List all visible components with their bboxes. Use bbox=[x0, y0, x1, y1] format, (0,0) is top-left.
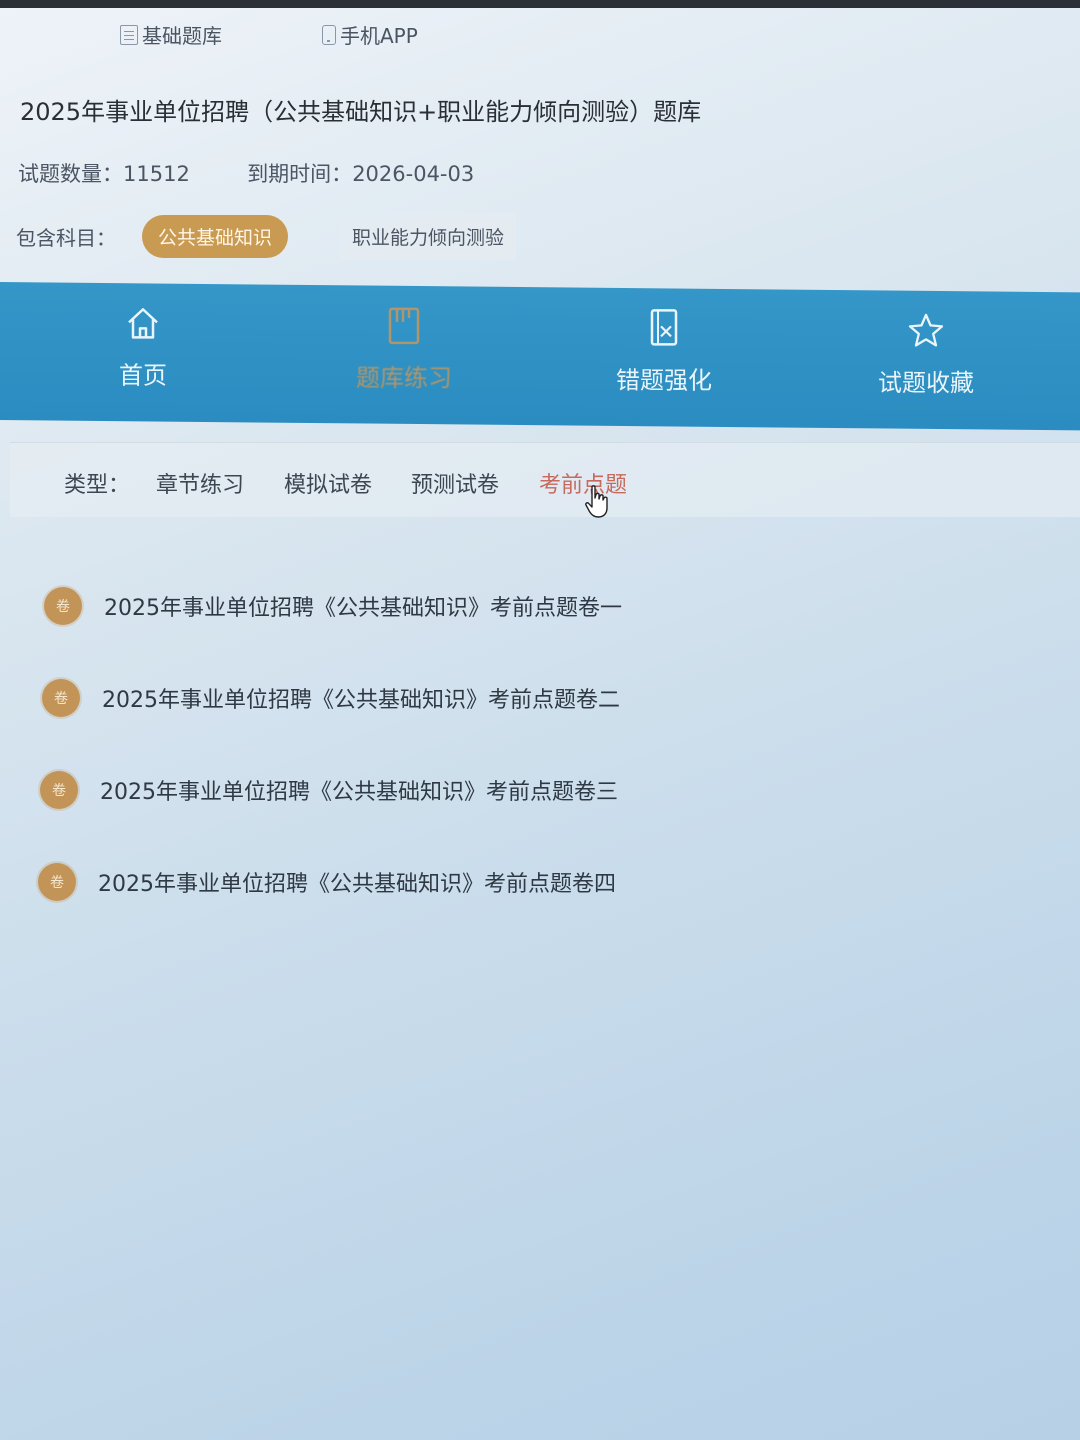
list-item[interactable]: 卷 2025年事业单位招聘《公共基础知识》考前点题卷三 bbox=[40, 768, 618, 812]
filter-pre-exam-tips[interactable]: 考前点题 bbox=[539, 467, 627, 499]
nav-label: 错题强化 bbox=[616, 366, 712, 395]
filter-predicted-exam[interactable]: 预测试卷 bbox=[411, 467, 499, 499]
book-icon bbox=[304, 304, 504, 348]
paper-title: 2025年事业单位招聘《公共基础知识》考前点题卷二 bbox=[102, 688, 620, 713]
question-count-label: 试题数量： bbox=[18, 162, 123, 186]
expiry-date: 2026-04-03 bbox=[352, 162, 475, 186]
error-sheet-icon bbox=[564, 306, 764, 350]
list-item[interactable]: 卷 2025年事业单位招聘《公共基础知识》考前点题卷四 bbox=[38, 860, 616, 904]
filter-mock-exam[interactable]: 模拟试卷 bbox=[284, 467, 372, 499]
nav-item-practice[interactable]: 题库练习 bbox=[304, 304, 504, 393]
paper-title: 2025年事业单位招聘《公共基础知识》考前点题卷四 bbox=[98, 872, 616, 897]
top-nav-mobile-app[interactable]: 手机APP bbox=[322, 20, 418, 49]
nav-label: 首页 bbox=[119, 361, 167, 390]
paper-badge: 卷 bbox=[44, 587, 82, 625]
window-top-edge bbox=[0, 0, 1080, 8]
star-icon bbox=[826, 309, 1026, 353]
hand-cursor-icon bbox=[585, 485, 608, 518]
main-nav: 首页 题库练习 错题强化 试题收藏 bbox=[0, 282, 1080, 431]
subjects-row: 包含科目： 公共基础知识 职业能力倾向测验 bbox=[16, 212, 517, 260]
top-nav-label: 基础题库 bbox=[142, 24, 222, 48]
paper-badge: 卷 bbox=[42, 679, 80, 717]
paper-badge: 卷 bbox=[38, 863, 76, 901]
paper-title: 2025年事业单位招聘《公共基础知识》考前点题卷一 bbox=[104, 596, 622, 621]
nav-item-wrong-questions[interactable]: 错题强化 bbox=[564, 306, 764, 395]
paper-title: 2025年事业单位招聘《公共基础知识》考前点题卷三 bbox=[100, 780, 618, 805]
nav-item-favorites[interactable]: 试题收藏 bbox=[826, 309, 1026, 398]
type-filter-bar: 类型： 章节练习 模拟试卷 预测试卷 考前点题 bbox=[10, 442, 1080, 517]
subject-chip-public-knowledge[interactable]: 公共基础知识 bbox=[142, 214, 289, 258]
subject-chip-aptitude-test[interactable]: 职业能力倾向测验 bbox=[340, 212, 517, 260]
filter-chapter-practice[interactable]: 章节练习 bbox=[156, 467, 244, 499]
question-count: 11512 bbox=[123, 162, 190, 186]
top-nav-question-bank[interactable]: 基础题库 bbox=[120, 20, 222, 49]
nav-item-home[interactable]: 首页 bbox=[43, 301, 243, 390]
page-title: 2025年事业单位招聘（公共基础知识+职业能力倾向测验）题库 bbox=[20, 98, 702, 126]
document-icon bbox=[120, 24, 138, 45]
top-nav: 基础题库 手机APP bbox=[0, 10, 1080, 58]
phone-icon bbox=[322, 24, 336, 45]
expiry-label: 到期时间： bbox=[247, 162, 353, 186]
nav-label: 题库练习 bbox=[356, 363, 452, 392]
bank-meta: 试题数量：11512 到期时间：2026-04-03 bbox=[18, 158, 474, 188]
list-item[interactable]: 卷 2025年事业单位招聘《公共基础知识》考前点题卷一 bbox=[44, 584, 622, 628]
list-item[interactable]: 卷 2025年事业单位招聘《公共基础知识》考前点题卷二 bbox=[42, 676, 620, 720]
nav-label: 试题收藏 bbox=[878, 368, 974, 397]
home-icon bbox=[43, 301, 243, 345]
type-filter-label: 类型： bbox=[64, 473, 131, 498]
subjects-label: 包含科目： bbox=[16, 225, 116, 250]
paper-badge: 卷 bbox=[40, 771, 78, 809]
top-nav-label: 手机APP bbox=[340, 24, 418, 48]
